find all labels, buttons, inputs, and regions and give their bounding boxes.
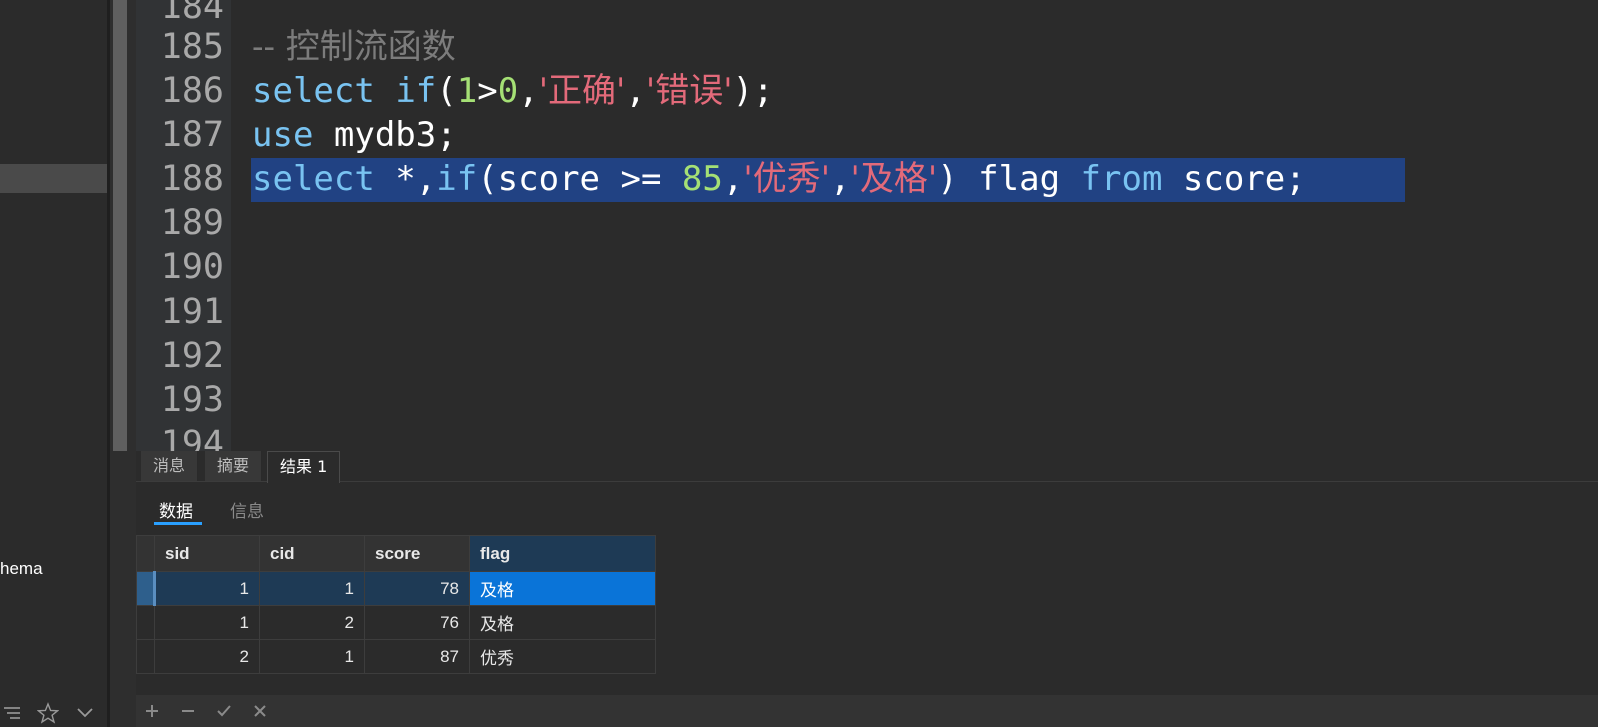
- cell[interactable]: 2: [259, 605, 365, 640]
- line-number: 186: [160, 71, 224, 111]
- results-panel: 消息 摘要 结果 1 数据 信息 sid cid score flag 1 1 …: [136, 451, 1598, 727]
- line-number: 188: [160, 159, 224, 199]
- plus-icon[interactable]: [144, 703, 160, 719]
- cell[interactable]: 1: [154, 571, 260, 606]
- minus-icon[interactable]: [180, 703, 196, 719]
- grid-header-row: sid cid score flag: [136, 535, 656, 572]
- star-icon[interactable]: [37, 702, 59, 724]
- code-text: >: [477, 71, 498, 111]
- cell[interactable]: 2: [154, 639, 260, 674]
- tab-summary[interactable]: 摘要: [205, 451, 263, 481]
- cell[interactable]: 及格: [469, 571, 656, 606]
- results-tab-bar: 消息 摘要 结果 1: [136, 451, 1598, 483]
- table-row[interactable]: 1 2 76 及格: [136, 605, 656, 640]
- line-number: 189: [160, 203, 224, 243]
- subtab-active-indicator: [154, 522, 202, 525]
- line-number: 193: [160, 380, 224, 420]
- cell[interactable]: 87: [364, 639, 470, 674]
- code-text: *,: [374, 159, 437, 199]
- line-number: 185: [160, 27, 224, 67]
- column-header-score[interactable]: score: [364, 535, 470, 572]
- string-literal: '及格': [850, 159, 938, 199]
- cell[interactable]: 及格: [469, 605, 656, 640]
- sidebar-item-schema[interactable]: hema: [0, 559, 43, 579]
- grid-toolbar: [136, 695, 1598, 727]
- table-row[interactable]: 1 1 78 及格: [136, 571, 656, 606]
- tab-result-1[interactable]: 结果 1: [267, 451, 341, 483]
- row-marker[interactable]: [136, 605, 155, 640]
- string-literal: '错误': [645, 71, 733, 111]
- line-number: 191: [160, 292, 224, 332]
- keyword: if: [436, 159, 478, 199]
- code-text: score;: [1162, 159, 1306, 199]
- line-number: 190: [160, 247, 224, 287]
- cell[interactable]: 1: [259, 571, 365, 606]
- code-line-185[interactable]: -- 控制流函数: [252, 25, 456, 69]
- number-literal: 1: [456, 71, 478, 111]
- check-icon[interactable]: [216, 703, 232, 719]
- keyword: use: [252, 115, 314, 155]
- code-text: ,: [625, 71, 646, 111]
- line-number: 187: [160, 115, 224, 155]
- tab-messages[interactable]: 消息: [141, 451, 199, 481]
- sql-editor[interactable]: 184 185 186 187 188 189 190 191 192 193 …: [136, 0, 1598, 451]
- code-text: ) flag: [937, 159, 1081, 199]
- keyword: select: [252, 71, 375, 111]
- code-text: ,: [518, 71, 539, 111]
- close-icon[interactable]: [252, 703, 268, 719]
- sidebar-scrollbar-thumb[interactable]: [113, 0, 127, 451]
- code-text: (score >=: [477, 159, 682, 199]
- subtab-data[interactable]: 数据: [159, 497, 193, 522]
- code-line-187[interactable]: use mydb3;: [252, 113, 457, 157]
- line-number: 194: [160, 424, 224, 451]
- code-text: ,: [830, 159, 851, 199]
- code-text: ,: [722, 159, 744, 199]
- result-grid[interactable]: sid cid score flag 1 1 78 及格 1 2 76 及格 2…: [136, 535, 656, 674]
- table-row[interactable]: 2 1 87 优秀: [136, 639, 656, 674]
- sidebar-toolbar: [0, 701, 107, 727]
- row-marker[interactable]: [136, 639, 155, 674]
- number-literal: 85: [681, 159, 723, 199]
- code-line-186[interactable]: select if(1>0,'正确','错误');: [252, 69, 774, 113]
- string-literal: '优秀': [743, 159, 831, 199]
- column-header-cid[interactable]: cid: [259, 535, 365, 572]
- subtab-info[interactable]: 信息: [230, 497, 264, 522]
- keyword: select: [252, 159, 375, 199]
- line-number: 192: [160, 336, 224, 376]
- row-marker-header: [136, 535, 155, 572]
- cell[interactable]: 1: [259, 639, 365, 674]
- number-literal: 0: [497, 71, 519, 111]
- cell[interactable]: 76: [364, 605, 470, 640]
- column-header-flag[interactable]: flag: [469, 535, 656, 572]
- column-header-sid[interactable]: sid: [154, 535, 260, 572]
- string-literal: '正确': [538, 71, 626, 111]
- chevron-down-icon[interactable]: [74, 702, 96, 724]
- sidebar-selected-item[interactable]: [0, 164, 107, 193]
- sql-comment: -- 控制流函数: [252, 27, 456, 67]
- keyword: if: [395, 71, 437, 111]
- list-icon[interactable]: [2, 702, 24, 724]
- cell[interactable]: 1: [154, 605, 260, 640]
- cell[interactable]: 优秀: [469, 639, 656, 674]
- code-text: mydb3;: [313, 115, 457, 155]
- line-number-gutter: 184 185 186 187 188 189 190 191 192 193 …: [136, 0, 231, 451]
- code-text: (: [436, 71, 457, 111]
- keyword: from: [1080, 159, 1163, 199]
- object-sidebar: hema: [0, 0, 107, 727]
- row-marker[interactable]: [136, 571, 156, 606]
- code-line-188[interactable]: select *,if(score >= 85,'优秀','及格') flag …: [252, 157, 1306, 201]
- code-text: );: [732, 71, 774, 111]
- cell[interactable]: 78: [364, 571, 470, 606]
